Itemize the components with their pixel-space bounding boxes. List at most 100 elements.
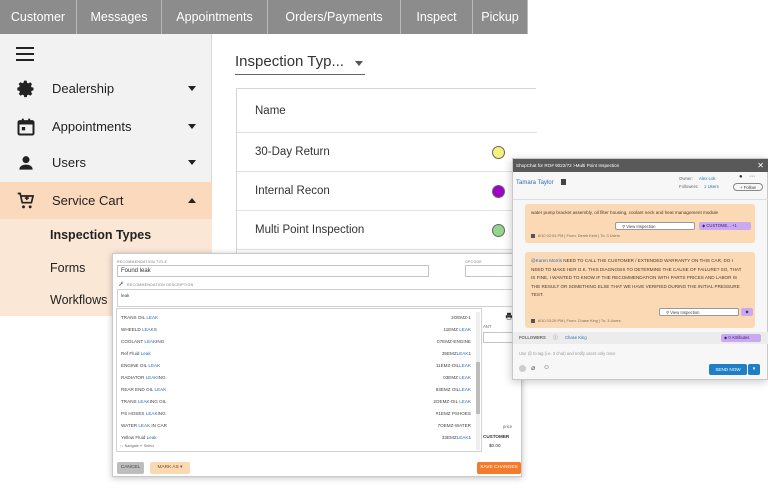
tab-appointments[interactable]: Appointments — [162, 0, 268, 34]
followers-count[interactable]: 1 Users — [704, 184, 719, 189]
label-text: COOLANT — [121, 339, 145, 344]
table-row[interactable]: Internal Recon — [237, 172, 537, 211]
table-row[interactable]: 30-Day Return — [237, 133, 537, 172]
sidebar-subitem-inspection-types[interactable]: Inspection Types — [0, 219, 212, 251]
list-item[interactable]: WHEELD LEAKS 11EMZ LEAK — [117, 324, 479, 336]
label-match: LEAK — [148, 363, 161, 368]
list-item-code: 7OEMZ-WATER — [438, 423, 471, 428]
sidebar-item-dealership[interactable]: Dealership — [0, 70, 212, 107]
cancel-button[interactable]: CANCEL — [117, 462, 144, 474]
info-icon: ⓘ — [553, 335, 559, 341]
view-inspection-button[interactable]: ⚲ View Inspection — [659, 308, 739, 316]
chevron-down-icon — [355, 61, 363, 66]
owner-name[interactable]: Alex Lok — [699, 176, 715, 181]
tab-pickup[interactable]: Pickup — [473, 0, 528, 34]
list-item[interactable]: PS HOSES LEAKING #1EMZ PSHOES — [117, 408, 479, 420]
list-item-label: WATER LEAK IN CAR — [121, 423, 167, 428]
tab-messages[interactable]: Messages — [77, 0, 162, 34]
send-options-button[interactable]: ▾ — [748, 364, 760, 375]
recommendation-title-input[interactable]: Found leak — [117, 265, 429, 277]
label-text: ING — [157, 411, 166, 416]
more-icon[interactable]: ⋯ — [749, 173, 755, 180]
chat-message-input[interactable]: Use @ to tag (i.e. 3 chat) and notify us… — [516, 348, 764, 360]
attach-icon[interactable]: ⌀ — [531, 364, 535, 372]
label-text: ING OIL — [149, 399, 167, 404]
attributes-button[interactable]: ◆ 0 Attributes — [721, 334, 761, 342]
tab-orders-payments[interactable]: Orders/Payments — [268, 0, 401, 34]
price-label: price — [503, 424, 513, 429]
search-icon: ⚲ — [666, 310, 670, 315]
inspection-types-table: Name 30-Day Return Internal Recon Multi … — [236, 88, 537, 258]
follow-button[interactable]: + Follow — [733, 183, 763, 191]
list-item-label: ENGINE OIL LEAK — [121, 363, 160, 368]
column-header-name: Name — [255, 104, 286, 117]
list-item[interactable]: ENGINE OIL LEAK 11EMZ-OIL LEAK — [117, 360, 479, 372]
mark-as-button[interactable]: MARK AS ▾ — [150, 462, 190, 474]
chevron-down-icon — [188, 124, 196, 129]
list-item-code: 35EMZLEAK1 — [442, 351, 471, 356]
sidebar-item-service-cart[interactable]: Service Cart — [0, 182, 212, 219]
list-item-code: 83EMZ OILLEAK — [436, 387, 471, 392]
list-item[interactable]: WATER LEAK IN CAR 7OEMZ-WATER — [117, 420, 479, 432]
save-changes-button[interactable]: SAVE CHANGES — [477, 462, 521, 474]
list-item-code: 07EMZ-ENGINE — [437, 339, 471, 344]
code-text: 2OEMZ-OIL — [433, 399, 460, 404]
label-match: LEAK — [154, 387, 167, 392]
message-meta: 6/10 03:26 PM | From: Chase King | To: 3… — [538, 318, 621, 323]
sidebar-item-appointments[interactable]: Appointments — [0, 108, 212, 145]
hamburger-icon[interactable] — [16, 47, 34, 61]
emoji-icon[interactable]: ☺ — [543, 364, 550, 371]
customer-tag[interactable]: ◆ CUSTOME... +1 — [699, 222, 751, 230]
list-item-code: #1EMZ PSHOES — [436, 411, 471, 416]
calendar-icon — [17, 118, 35, 135]
label-match: LEAK — [137, 399, 150, 404]
message-body: NEED TO CALL THE CUSTOMER / EXTENDED WAR… — [531, 258, 742, 298]
label-text: PS HOSES — [121, 411, 146, 416]
list-item[interactable]: COOLANT LEAKING 07EMZ-ENGINE — [117, 336, 479, 348]
chat-title: ShopChat for RO# 9022/72 >Multi Point In… — [516, 163, 620, 168]
code-text: 03EMZ — [443, 375, 460, 380]
code-text: 2OEMZ-1 — [451, 315, 471, 320]
view-inspection-button[interactable]: ⚲ View Inspection — [615, 222, 695, 230]
tab-customer[interactable]: Customer — [0, 0, 77, 34]
scrollbar[interactable] — [476, 312, 480, 450]
label-text: ENGINE OIL — [121, 363, 149, 368]
list-item[interactable]: RADIATOR LEAKING 03EMZ LEAK — [117, 372, 479, 384]
list-item-label: RADIATOR LEAKING — [121, 375, 166, 380]
recommendation-description-input[interactable]: leak — [117, 289, 519, 307]
message-mention[interactable]: @Karen Morris — [531, 258, 562, 263]
list-item[interactable]: Ref Fluid Leak 35EMZLEAK1 — [117, 348, 479, 360]
list-item[interactable]: REAR END OIL LEAK 83EMZ OILLEAK — [117, 384, 479, 396]
label-text: TRANS OIL — [121, 315, 147, 320]
app-screen: Customer Messages Appointments Orders/Pa… — [0, 0, 768, 500]
scrollbar-thumb[interactable] — [476, 362, 480, 414]
inspection-type-dropdown[interactable]: Inspection Typ... — [235, 53, 365, 75]
customer-name-link[interactable]: Tamara Taylor — [516, 180, 554, 186]
shopchat-panel: ShopChat for RO# 9022/72 >Multi Point In… — [512, 158, 768, 380]
code-match: LEAK — [459, 387, 471, 392]
label-match: Leak — [146, 435, 157, 440]
dropdown-label: Inspection Typ... — [235, 53, 344, 70]
label-match: LEAK — [146, 315, 159, 320]
record-icon[interactable] — [519, 365, 526, 372]
document-icon[interactable] — [561, 179, 566, 185]
recommendation-description-label: RECOMMENDATION DESCRIPTION — [127, 283, 194, 287]
code-text: 11EMZ-OIL — [435, 363, 460, 368]
table-row[interactable]: Multi Point Inspection — [237, 211, 537, 250]
sidebar-item-users[interactable]: Users — [0, 144, 212, 181]
code-match: LEAK — [456, 351, 469, 356]
caret-icon: ▾ — [180, 465, 183, 470]
divider — [513, 199, 768, 200]
tab-inspect[interactable]: Inspect — [401, 0, 473, 34]
close-icon[interactable]: ✕ — [757, 159, 764, 172]
list-item[interactable]: TRANS LEAKING OIL 2OEMZ-OIL LEAK — [117, 396, 479, 408]
list-item[interactable]: TRANS OIL LEAK 2OEMZ-1 — [117, 312, 479, 324]
follower-name[interactable]: Chase King — [565, 335, 587, 340]
list-item[interactable]: Yellow Fluid Leak 33EMZLEAK1 — [117, 432, 479, 444]
label-match: LEAK — [144, 339, 157, 344]
list-item-code: 03EMZ LEAK — [443, 375, 471, 380]
tag-button[interactable]: ◆ — [741, 308, 753, 316]
pin-icon[interactable]: ● — [739, 174, 743, 180]
send-now-button[interactable]: SEND NOW — [709, 364, 747, 375]
list-item-code: 33EMZLEAK1 — [442, 435, 471, 440]
